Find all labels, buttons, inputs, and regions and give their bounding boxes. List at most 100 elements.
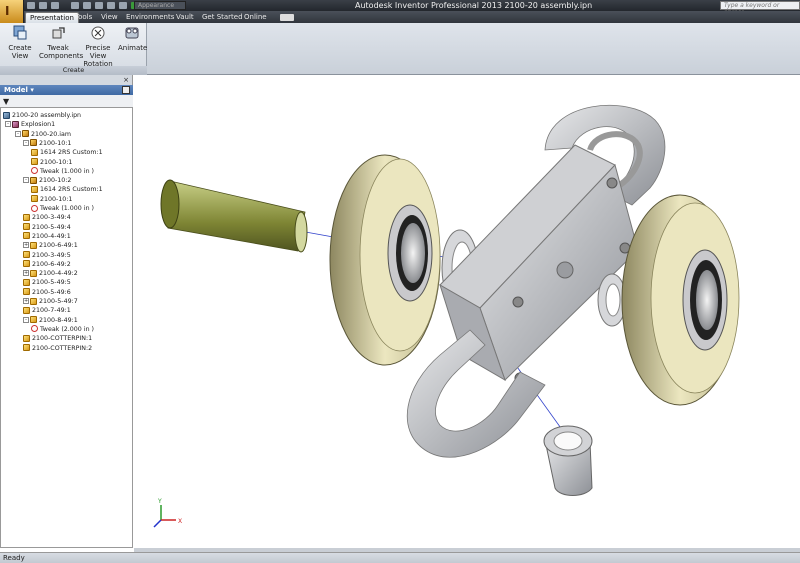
graphics-viewport[interactable]: Y X: [134, 75, 800, 548]
tree-node[interactable]: - 2100-20.iam: [15, 130, 71, 139]
tree-node[interactable]: 2100-5-49:4: [23, 223, 71, 232]
tree-node-label: 2100-5-49:4: [32, 223, 71, 231]
appearance-dropdown[interactable]: Appearance: [134, 1, 186, 10]
tree-node[interactable]: 2100-6-49:2: [23, 260, 71, 269]
tree-node[interactable]: +2100-5-49:7: [23, 297, 78, 306]
tree-node-label: 2100-COTTERPIN:2: [32, 344, 93, 352]
close-icon[interactable]: ×: [123, 76, 129, 84]
tree-node-label: 2100-5-49:5: [32, 279, 71, 287]
create-view-label: Create View: [8, 44, 32, 60]
tree-node[interactable]: +2100-4-49:2: [23, 269, 78, 278]
browser-menu-icon[interactable]: [122, 86, 130, 94]
tree-node-label: 1614 2RS Custom:1: [40, 149, 103, 157]
tab-presentation[interactable]: Presentation: [25, 12, 79, 23]
browser-filter-bar: ▼: [0, 95, 133, 107]
application-menu-button[interactable]: I: [0, 0, 24, 23]
precise-view-rotation-button[interactable]: Precise View Rotation: [78, 25, 118, 68]
print-icon[interactable]: [107, 2, 115, 9]
tree-node[interactable]: 2100-5-49:6: [23, 288, 71, 297]
part-icon: [23, 232, 30, 240]
part-icon: [31, 195, 38, 203]
tab-tools[interactable]: Tools: [75, 12, 92, 23]
tree-node-label: 2100-10:1: [40, 195, 73, 203]
tree-node[interactable]: - 2100-8-49:1: [23, 316, 78, 325]
expand-icon[interactable]: +: [23, 242, 29, 249]
tweak-icon: [31, 325, 38, 333]
create-panel: Create View Tweak Components Precise Vie…: [0, 23, 147, 75]
tree-node[interactable]: 1614 2RS Custom:1: [31, 185, 103, 194]
tree-node-label: 2100-5-49:7: [39, 298, 78, 305]
tree-node-label: Tweak (1.000 in ): [40, 205, 95, 212]
tree-node[interactable]: 2100-7-49:1: [23, 306, 71, 315]
tree-node-label: 2100-5-49:6: [32, 288, 71, 296]
tree-node[interactable]: Tweak (1.000 in ): [31, 167, 94, 176]
tree-node[interactable]: 2100-5-49:5: [23, 278, 71, 287]
tweak-icon: [31, 167, 38, 175]
tree-node[interactable]: - Explosion1: [5, 120, 55, 129]
tree-node-label: 2100-10:1: [39, 139, 72, 147]
collapse-icon[interactable]: -: [15, 130, 21, 137]
collapse-icon[interactable]: -: [23, 177, 29, 184]
tree-node-label: 2100-8-49:1: [39, 316, 78, 324]
tab-online[interactable]: Online: [244, 12, 267, 23]
expand-icon[interactable]: +: [23, 270, 29, 277]
collapse-icon[interactable]: -: [23, 316, 29, 323]
tree-node-label: 2100-20.iam: [31, 130, 72, 138]
collapse-icon[interactable]: -: [23, 139, 29, 146]
tree-node-label: 2100-6-49:1: [39, 242, 78, 250]
new-icon[interactable]: [27, 2, 35, 9]
inventor-logo-icon: I: [5, 4, 10, 18]
tree-node[interactable]: 2100-3-49:4: [23, 213, 71, 222]
tree-node[interactable]: 2100-10:1: [31, 195, 72, 204]
tree-node[interactable]: +2100-6-49:1: [23, 241, 78, 250]
home-icon[interactable]: [95, 2, 103, 9]
undo-icon[interactable]: [71, 2, 79, 9]
create-view-button[interactable]: Create View: [2, 25, 38, 60]
tab-environments[interactable]: Environments: [126, 12, 174, 23]
tab-vault[interactable]: Vault: [176, 12, 194, 23]
filter-icon[interactable]: ▼: [3, 97, 9, 106]
part-icon: [30, 316, 37, 324]
svg-text:Y: Y: [157, 498, 162, 505]
tree-node[interactable]: 2100-COTTERPIN:1: [23, 334, 92, 343]
tree-node[interactable]: Tweak (1.000 in ): [31, 204, 94, 213]
explosion-icon: [12, 120, 19, 128]
tree-node[interactable]: 2100-20 assembly.ipn: [3, 111, 81, 120]
open-icon[interactable]: [39, 2, 47, 9]
tree-node-label: 2100-10:1: [40, 158, 73, 166]
tree-node-label: 2100-3-49:4: [32, 214, 71, 222]
animate-button[interactable]: Animate: [118, 25, 147, 52]
expand-icon[interactable]: +: [23, 298, 29, 304]
assembly-icon: [22, 130, 29, 138]
update-icon[interactable]: [119, 2, 127, 9]
save-icon[interactable]: [51, 2, 59, 9]
tree-node[interactable]: - 2100-10:1: [23, 139, 71, 148]
assembly-3d-view: Y X: [153, 104, 740, 528]
tree-node-label: 2100-4-49:1: [32, 232, 71, 240]
tree-node[interactable]: 1614 2RS Custom:1: [31, 148, 103, 157]
ribbon-options-icon[interactable]: [280, 14, 294, 21]
title-bar: Appearance Autodesk Inventor Professiona…: [0, 0, 800, 16]
part-icon: [31, 148, 38, 156]
search-input[interactable]: Type a keyword or phrase: [720, 1, 800, 16]
tree-node[interactable]: - 2100-10:2: [23, 176, 71, 185]
tree-node-label: 2100-6-49:2: [32, 260, 71, 268]
tweak-components-icon: [52, 27, 65, 39]
redo-icon[interactable]: [83, 2, 91, 9]
tree-node[interactable]: Tweak (2.000 in ): [31, 325, 94, 334]
tweak-components-button[interactable]: Tweak Components: [39, 25, 83, 60]
tab-view[interactable]: View: [101, 12, 118, 23]
view-cube-triad[interactable]: Y X: [153, 498, 182, 528]
part-icon: [30, 241, 37, 249]
tree-node[interactable]: 2100-10:1: [31, 158, 72, 167]
tree-node-label: Tweak (1.000 in ): [40, 167, 95, 175]
tree-node[interactable]: 2100-COTTERPIN:2: [23, 344, 92, 353]
status-bar: Ready: [0, 552, 800, 563]
collapse-icon[interactable]: -: [5, 121, 11, 128]
tab-get-started[interactable]: Get Started: [202, 12, 243, 23]
tree-node[interactable]: 2100-3-49:5: [23, 251, 71, 260]
model-browser-header[interactable]: Model ▾: [0, 85, 133, 95]
assembly-icon: [30, 176, 37, 184]
model-tree: 2100-20 assembly.ipn - Explosion1-2100-20.…: [0, 107, 133, 548]
tree-node[interactable]: 2100-4-49:1: [23, 232, 71, 241]
